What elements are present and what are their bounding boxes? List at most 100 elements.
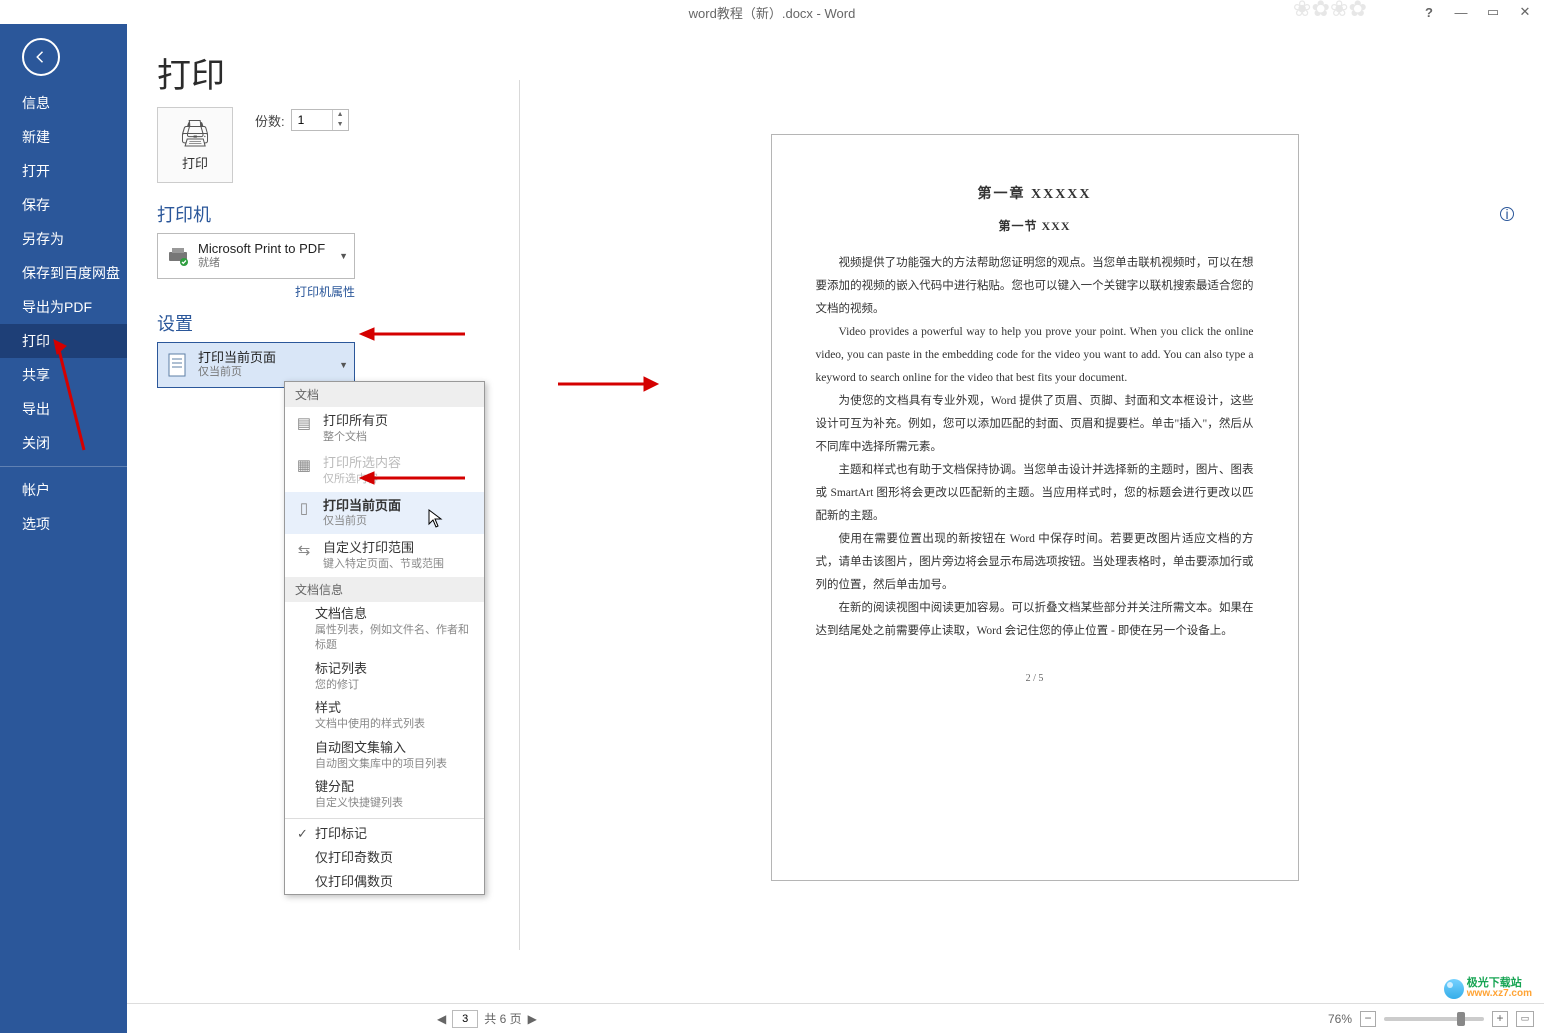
opt-print-all[interactable]: ▤ 打印所有页整个文档	[285, 407, 484, 449]
doc-paragraph: 为使您的文档具有专业外观，Word 提供了页眉、页脚、封面和文本框设计，这些设计…	[816, 390, 1254, 459]
prev-page-button[interactable]: ◀	[437, 1012, 446, 1026]
sidebar-item-baidu[interactable]: 保存到百度网盘	[0, 256, 127, 290]
sidebar-item-account[interactable]: 帐户	[0, 473, 127, 507]
sidebar-item-saveas[interactable]: 另存为	[0, 222, 127, 256]
page-range-dropdown: 文档 ▤ 打印所有页整个文档 ▦ 打印所选内容仅所选内容 ▯ 打印当前页面仅当前…	[284, 381, 485, 895]
print-preview: 第一章 XXXXX 第一节 XXX 视频提供了功能强大的方法帮助您证明您的观点。…	[537, 48, 1532, 989]
printer-name: Microsoft Print to PDF	[198, 241, 325, 257]
sidebar-item-label: 帐户	[22, 480, 50, 500]
zoom-controls: 76% − + ▭	[1328, 1011, 1534, 1027]
doc-paragraph: Video provides a powerful way to help yo…	[816, 321, 1254, 390]
print-button-label: 打印	[182, 153, 208, 172]
opt-print-markup[interactable]: 打印标记	[285, 822, 484, 846]
sidebar-separator	[0, 466, 127, 467]
page-icon	[164, 351, 192, 379]
preview-footer: ◀ 共 6 页 ▶ 76% − + ▭	[127, 1003, 1544, 1033]
opt-doc-info[interactable]: 文档信息属性列表，例如文件名、作者和标题	[285, 602, 484, 657]
sidebar-item-label: 信息	[22, 93, 50, 113]
next-page-button[interactable]: ▶	[528, 1012, 537, 1026]
printer-properties-link[interactable]: 打印机属性	[157, 283, 355, 300]
range-title: 打印当前页面	[198, 350, 276, 366]
pages-icon: ▤	[293, 412, 315, 434]
doc-paragraph: 使用在需要位置出现的新按钮在 Word 中保存时间。若要更改图片适应文档的方式，…	[816, 528, 1254, 597]
printer-icon: 🖨	[178, 118, 211, 149]
fit-to-window-button[interactable]: ▭	[1516, 1011, 1534, 1027]
help-button[interactable]: ?	[1414, 2, 1444, 22]
watermark-text-bottom: www.xz7.com	[1467, 989, 1532, 999]
watermark-logo-icon	[1444, 979, 1464, 999]
copies-input[interactable]	[292, 113, 332, 127]
doc-paragraph: 主题和样式也有助于文档保持协调。当您单击设计并选择新的主题时，图片、图表或 Sm…	[816, 459, 1254, 528]
sidebar-item-label: 新建	[22, 127, 50, 147]
opt-print-custom[interactable]: ⇆ 自定义打印范围键入特定页面、节或范围	[285, 534, 484, 576]
printer-status-icon	[164, 242, 192, 270]
sidebar-item-exportpdf[interactable]: 导出为PDF	[0, 290, 127, 324]
range-sub: 仅当前页	[198, 366, 276, 380]
opt-markup-list[interactable]: 标记列表您的修订	[285, 657, 484, 697]
sidebar-item-label: 导出为PDF	[22, 297, 92, 317]
opt-autotext[interactable]: 自动图文集输入自动图文集库中的项目列表	[285, 736, 484, 776]
sidebar-item-new[interactable]: 新建	[0, 120, 127, 154]
print-button[interactable]: 🖨 打印	[157, 107, 233, 183]
zoom-out-button[interactable]: −	[1360, 1011, 1376, 1027]
sidebar-item-export[interactable]: 导出	[0, 392, 127, 426]
sidebar-item-label: 保存到百度网盘	[22, 263, 120, 283]
opt-styles[interactable]: 样式文档中使用的样式列表	[285, 696, 484, 736]
printer-combo[interactable]: Microsoft Print to PDF 就绪 ▼	[157, 233, 355, 279]
zoom-knob[interactable]	[1457, 1012, 1465, 1026]
print-panel: 打印 🖨 打印 份数: ▲ ▼ i 打印机	[127, 24, 1544, 1033]
page-number: 2 / 5	[816, 669, 1254, 689]
preview-page: 第一章 XXXXX 第一节 XXX 视频提供了功能强大的方法帮助您证明您的观点。…	[771, 134, 1299, 881]
back-arrow-icon	[32, 48, 50, 66]
spinner-down[interactable]: ▼	[333, 120, 348, 130]
sidebar-item-label: 共享	[22, 365, 50, 385]
doc-heading-2: 第一节 XXX	[816, 217, 1254, 234]
window-title: word教程（新）.docx - Word	[689, 3, 856, 22]
opt-print-current[interactable]: ▯ 打印当前页面仅当前页	[285, 492, 484, 534]
sidebar-item-save[interactable]: 保存	[0, 188, 127, 222]
chevron-down-icon: ▼	[339, 251, 348, 261]
sidebar-item-label: 选项	[22, 514, 50, 534]
opt-even-pages[interactable]: 仅打印偶数页	[285, 870, 484, 894]
spinner-up[interactable]: ▲	[333, 110, 348, 120]
dropdown-header: 文档	[285, 382, 484, 407]
sidebar-item-share[interactable]: 共享	[0, 358, 127, 392]
restore-button[interactable]: ▭	[1478, 2, 1508, 22]
sidebar-item-close[interactable]: 关闭	[0, 426, 127, 460]
doc-heading-1: 第一章 XXXXX	[816, 183, 1254, 203]
watermark: 极光下载站 www.xz7.com	[1444, 978, 1532, 999]
dropdown-separator	[285, 818, 484, 819]
sidebar-item-label: 打开	[22, 161, 50, 181]
decorative-flourish: ❀ ✿ ❀ ✿	[1293, 0, 1364, 22]
window-controls: ? — ▭ ✕	[1414, 0, 1540, 24]
spinner-buttons: ▲ ▼	[332, 110, 348, 130]
page-navigator: ◀ 共 6 页 ▶	[437, 1010, 537, 1028]
zoom-slider[interactable]	[1384, 1017, 1484, 1021]
sidebar-item-label: 打印	[22, 331, 50, 351]
opt-key-assign[interactable]: 键分配自定义快捷键列表	[285, 775, 484, 815]
selection-icon: ▦	[293, 454, 315, 476]
sidebar-item-label: 关闭	[22, 433, 50, 453]
page-number-input[interactable]	[452, 1010, 478, 1028]
dropdown-header: 文档信息	[285, 577, 484, 602]
range-icon: ⇆	[293, 539, 315, 561]
minimize-button[interactable]: —	[1446, 2, 1476, 22]
back-button[interactable]	[22, 38, 60, 76]
sidebar-item-info[interactable]: 信息	[0, 86, 127, 120]
sidebar-item-open[interactable]: 打开	[0, 154, 127, 188]
sidebar-item-label: 另存为	[22, 229, 64, 249]
zoom-label: 76%	[1328, 1012, 1352, 1026]
zoom-in-button[interactable]: +	[1492, 1011, 1508, 1027]
page-icon: ▯	[293, 497, 315, 519]
backstage-sidebar: 信息 新建 打开 保存 另存为 保存到百度网盘 导出为PDF 打印 共享 导出 …	[0, 24, 127, 1033]
vertical-divider	[519, 80, 520, 950]
total-pages-label: 共 6 页	[484, 1010, 521, 1027]
copies-spinner[interactable]: ▲ ▼	[291, 109, 349, 131]
title-bar: ❀ ✿ ❀ ✿ word教程（新）.docx - Word ? — ▭ ✕	[0, 0, 1544, 24]
sidebar-item-options[interactable]: 选项	[0, 507, 127, 541]
close-button[interactable]: ✕	[1510, 2, 1540, 22]
printer-status: 就绪	[198, 257, 325, 271]
sidebar-item-label: 导出	[22, 399, 50, 419]
sidebar-item-print[interactable]: 打印	[0, 324, 127, 358]
opt-odd-pages[interactable]: 仅打印奇数页	[285, 846, 484, 870]
